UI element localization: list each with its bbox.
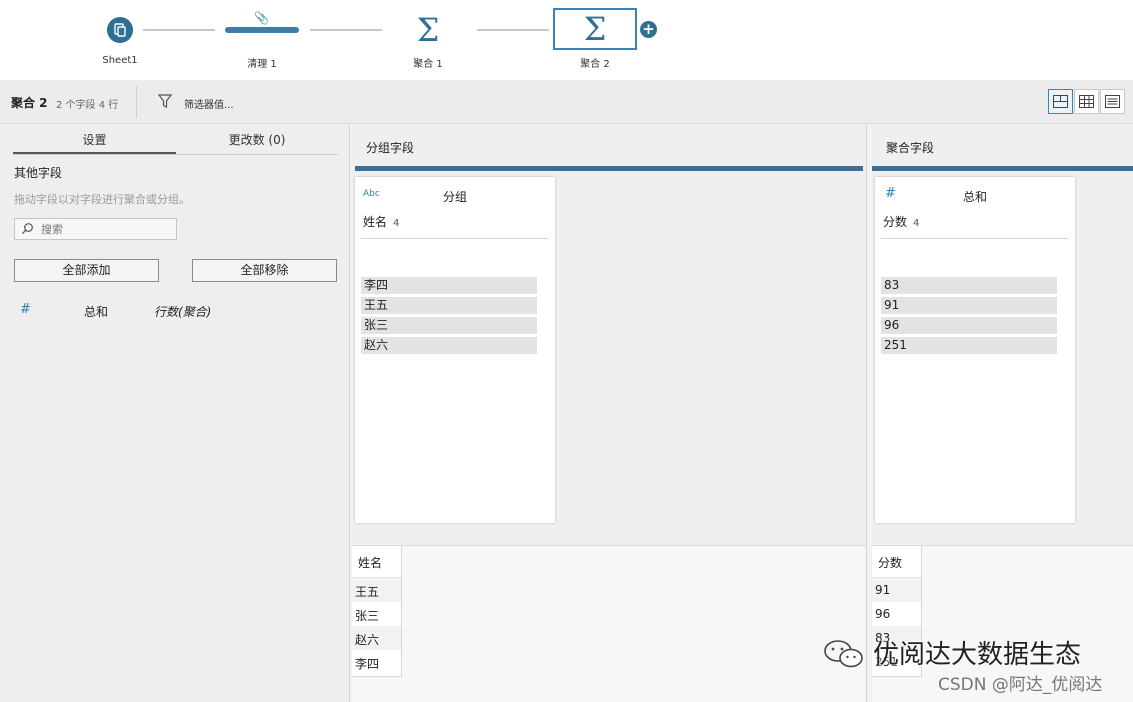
drag-hint: 拖动字段以对字段进行聚合或分组。 bbox=[14, 193, 190, 206]
field-value[interactable]: 96 bbox=[881, 317, 1057, 334]
aggregation-type[interactable]: 总和 bbox=[84, 303, 108, 320]
aggregate-fields-title: 聚合字段 bbox=[886, 141, 935, 155]
grid-cell: 91 bbox=[872, 578, 921, 602]
field-name: 行数(聚合) bbox=[154, 305, 212, 319]
flow-node-aggregate2[interactable]: Σ 聚合 2 bbox=[553, 8, 637, 70]
flow-node-label: 聚合 1 bbox=[413, 59, 443, 70]
data-grid-left: 姓名 王五 张三 赵六 李四 bbox=[352, 545, 867, 702]
add-all-button[interactable]: 全部添加 bbox=[14, 259, 159, 282]
card-value-count: 4 bbox=[913, 218, 920, 229]
field-value[interactable]: 251 bbox=[881, 337, 1057, 354]
grid-cell: 96 bbox=[875, 607, 891, 621]
sigma-icon: Σ bbox=[416, 11, 440, 49]
flow-node-aggregate1[interactable]: Σ 聚合 1 bbox=[386, 8, 470, 70]
field-value[interactable]: 张三 bbox=[361, 317, 537, 334]
search-icon bbox=[21, 222, 34, 238]
watermark-title: 优阅达大数据生态 bbox=[873, 640, 1082, 670]
search-field[interactable] bbox=[14, 218, 177, 240]
divider bbox=[13, 154, 338, 155]
flow-connector bbox=[310, 29, 382, 31]
filter-icon[interactable] bbox=[157, 93, 173, 112]
list-view-icon bbox=[1105, 95, 1120, 108]
group-fields-title: 分组字段 bbox=[366, 141, 415, 155]
flow-canvas: Sheet1 📎 清理 1 Σ 聚合 1 Σ 聚合 2 + bbox=[0, 0, 1133, 80]
view-mode-toggles bbox=[1048, 89, 1125, 114]
card-field-name: 分数 bbox=[883, 215, 908, 229]
divider bbox=[881, 238, 1069, 239]
list-view-button[interactable] bbox=[1100, 89, 1125, 114]
step-meta: 2 个字段 4 行 bbox=[56, 100, 119, 111]
field-value[interactable]: 83 bbox=[881, 277, 1057, 294]
flow-connector bbox=[477, 29, 549, 31]
flow-node-label: Sheet1 bbox=[102, 55, 138, 66]
settings-panel: 设置 更改数 (0) 其他字段 拖动字段以对字段进行聚合或分组。 全部添加 全部… bbox=[0, 124, 350, 702]
flow-node-label: 聚合 2 bbox=[580, 59, 610, 70]
filter-values-button[interactable]: 筛选器值... bbox=[184, 96, 234, 111]
grid-cell: 张三 bbox=[355, 609, 380, 623]
flow-node-label: 清理 1 bbox=[247, 59, 277, 70]
step-title: 聚合 2 bbox=[11, 96, 48, 110]
number-type-icon: # bbox=[20, 302, 31, 317]
field-value[interactable]: 王五 bbox=[361, 297, 537, 314]
grid-column: 姓名 王五 张三 赵六 李四 bbox=[352, 546, 402, 677]
column-header[interactable]: 分数 bbox=[872, 546, 921, 578]
divider bbox=[136, 86, 137, 118]
group-fields-pane: 分组字段 Abc 分组 姓名 4 李四 王五 张三 赵六 bbox=[352, 124, 867, 545]
divider bbox=[361, 238, 549, 239]
split-view-icon bbox=[1053, 95, 1068, 108]
field-card[interactable]: Abc 分组 姓名 4 李四 王五 张三 赵六 bbox=[355, 177, 555, 523]
plus-icon: + bbox=[642, 20, 655, 38]
grid-cell: 王五 bbox=[352, 578, 401, 602]
remove-all-button[interactable]: 全部移除 bbox=[192, 259, 337, 282]
tab-settings[interactable]: 设置 bbox=[13, 131, 176, 155]
aggregate-fields-pane: 聚合字段 # 总和 分数 4 83 91 96 251 bbox=[872, 124, 1133, 545]
column-header[interactable]: 姓名 bbox=[352, 546, 401, 578]
clean-icon bbox=[225, 27, 299, 33]
wechat-logo-icon bbox=[822, 638, 868, 673]
card-role: 分组 bbox=[442, 190, 467, 204]
field-value[interactable]: 李四 bbox=[361, 277, 537, 294]
search-input[interactable] bbox=[41, 220, 171, 238]
field-row[interactable]: # 总和 行数(聚合) bbox=[14, 302, 334, 322]
flow-node-clean1[interactable]: 📎 清理 1 bbox=[220, 8, 304, 70]
table-view-icon bbox=[1079, 95, 1094, 108]
grid-cell: 李四 bbox=[355, 657, 380, 671]
grid-cell: 赵六 bbox=[352, 626, 401, 650]
paperclip-icon: 📎 bbox=[254, 11, 269, 25]
sheet-icon bbox=[107, 17, 133, 43]
field-value[interactable]: 91 bbox=[881, 297, 1057, 314]
step-toolbar: 聚合 2 2 个字段 4 行 筛选器值... bbox=[0, 80, 1133, 124]
card-value-count: 4 bbox=[393, 218, 400, 229]
card-field-name: 姓名 bbox=[363, 215, 388, 229]
field-value[interactable]: 赵六 bbox=[361, 337, 537, 354]
other-fields-heading: 其他字段 bbox=[14, 166, 63, 180]
sigma-icon: Σ bbox=[583, 10, 607, 48]
pane-rule bbox=[355, 166, 863, 171]
add-step-button[interactable]: + bbox=[640, 21, 657, 38]
flow-node-sheet1[interactable]: Sheet1 bbox=[78, 8, 162, 70]
watermark-credit: CSDN @阿达_优阅达 bbox=[938, 675, 1103, 695]
table-view-button[interactable] bbox=[1074, 89, 1099, 114]
split-view-button[interactable] bbox=[1048, 89, 1073, 114]
pane-rule bbox=[872, 166, 1133, 171]
card-role: 总和 bbox=[962, 190, 987, 204]
field-card[interactable]: # 总和 分数 4 83 91 96 251 bbox=[875, 177, 1075, 523]
tab-changes[interactable]: 更改数 (0) bbox=[176, 131, 338, 155]
